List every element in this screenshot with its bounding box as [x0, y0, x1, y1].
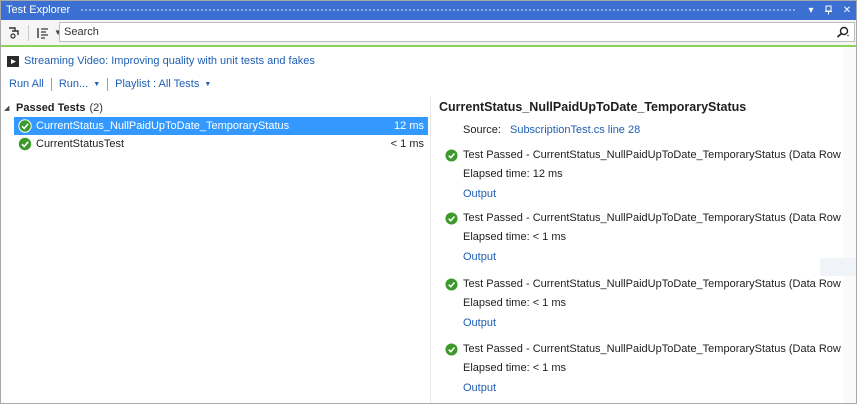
run-link[interactable]: Run... — [59, 78, 88, 90]
elapsed-time: Elapsed time: 12 ms — [463, 168, 563, 180]
close-icon[interactable]: ✕ — [839, 2, 855, 18]
result-text: Test Passed - CurrentStatus_NullPaidUpTo… — [463, 212, 854, 224]
source-line: Source: SubscriptionTest.cs line 28 — [463, 124, 640, 136]
passed-check-icon — [17, 119, 32, 134]
search-box — [59, 22, 855, 42]
video-icon — [7, 55, 19, 67]
passed-check-icon — [445, 277, 458, 291]
toolbar-separator — [28, 24, 29, 41]
streaming-video-link[interactable]: Streaming Video: Improving quality with … — [24, 55, 315, 67]
scrollbar-track[interactable] — [843, 47, 857, 404]
title-grip[interactable] — [80, 7, 795, 13]
result-text: Test Passed - CurrentStatus_NullPaidUpTo… — [463, 149, 854, 161]
test-result: Test Passed - CurrentStatus_NullPaidUpTo… — [445, 147, 854, 202]
test-name: CurrentStatusTest — [36, 138, 125, 150]
elapsed-time: Elapsed time: < 1 ms — [463, 297, 567, 309]
detail-title: CurrentStatus_NullPaidUpToDate_Temporary… — [439, 100, 747, 114]
test-name: CurrentStatus_NullPaidUpToDate_Temporary… — [36, 120, 290, 132]
title-bar: Test Explorer ▾ ✕ — [0, 0, 857, 20]
test-list-pane: ◢ Passed Tests (2) CurrentStatus_NullPai… — [0, 96, 430, 404]
group-count: (2) — [89, 102, 103, 114]
output-link[interactable]: Output — [463, 188, 845, 202]
output-link[interactable]: Output — [463, 317, 845, 331]
source-link[interactable]: SubscriptionTest.cs line 28 — [510, 124, 640, 136]
actions-separator — [107, 77, 109, 91]
group-title: Passed Tests — [16, 102, 86, 114]
passed-check-icon — [445, 148, 458, 162]
background-watermark — [820, 258, 857, 276]
test-row[interactable]: CurrentStatusTest < 1 ms — [14, 135, 428, 153]
dropdown-icon[interactable]: ▾ — [803, 2, 819, 18]
output-link[interactable]: Output — [463, 382, 845, 396]
result-text: Test Passed - CurrentStatus_NullPaidUpTo… — [463, 278, 854, 290]
run-all-link[interactable]: Run All — [9, 78, 44, 90]
run-dropdown-icon[interactable]: ▼ — [93, 81, 100, 88]
playlist-dropdown-icon[interactable]: ▼ — [204, 81, 211, 88]
result-text: Test Passed - CurrentStatus_NullPaidUpTo… — [463, 343, 854, 355]
playlist-link[interactable]: Playlist : All Tests — [115, 78, 199, 90]
source-label: Source: — [463, 124, 501, 136]
actions-separator — [50, 77, 52, 91]
elapsed-time: Elapsed time: < 1 ms — [463, 231, 567, 243]
test-duration: < 1 ms — [390, 138, 424, 150]
window-title: Test Explorer — [6, 4, 71, 16]
test-details-pane: CurrentStatus_NullPaidUpToDate_Temporary… — [431, 96, 854, 404]
search-icon[interactable] — [832, 26, 854, 38]
collapse-triangle-icon[interactable]: ◢ — [4, 104, 16, 112]
test-result: Test Passed - CurrentStatus_NullPaidUpTo… — [445, 341, 854, 396]
passed-check-icon — [17, 137, 32, 152]
pin-icon[interactable] — [821, 2, 837, 18]
output-link[interactable]: Output — [463, 251, 845, 265]
elapsed-time: Elapsed time: < 1 ms — [463, 362, 567, 374]
passed-tests-group[interactable]: ◢ Passed Tests (2) — [4, 100, 103, 116]
test-result: Test Passed - CurrentStatus_NullPaidUpTo… — [445, 210, 854, 265]
passed-check-icon — [445, 342, 458, 356]
actions-bar: Run All Run... ▼ Playlist : All Tests ▼ — [9, 76, 211, 92]
search-input[interactable] — [60, 26, 832, 38]
test-row[interactable]: CurrentStatus_NullPaidUpToDate_Temporary… — [14, 117, 428, 135]
notice-bar: Streaming Video: Improving quality with … — [0, 51, 857, 71]
group-by-icon[interactable] — [4, 23, 24, 43]
sort-icon[interactable] — [33, 23, 53, 43]
toolbar: ▼ — [0, 20, 857, 45]
passed-check-icon — [445, 211, 458, 225]
test-duration: 12 ms — [394, 120, 424, 132]
test-result: Test Passed - CurrentStatus_NullPaidUpTo… — [445, 276, 854, 331]
accent-line — [0, 45, 857, 47]
